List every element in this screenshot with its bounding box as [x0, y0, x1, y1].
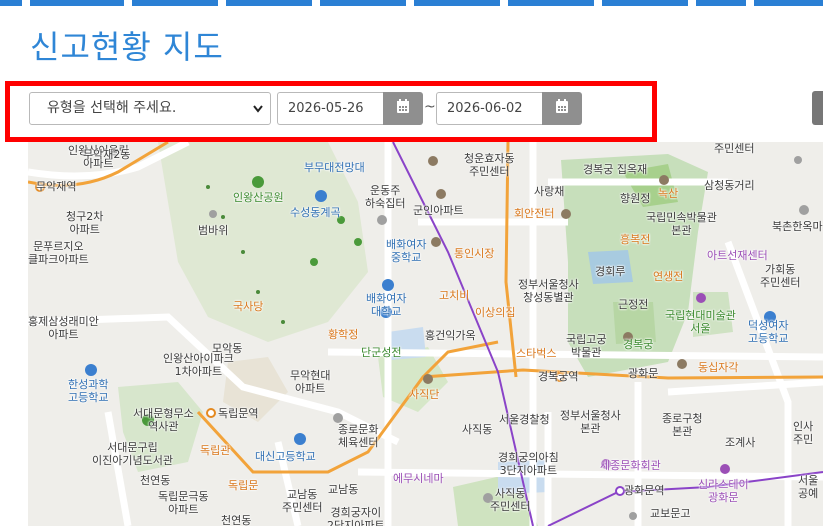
map-label[interactable]: 대신고등학교	[255, 450, 316, 463]
map-label[interactable]: 향원정	[620, 192, 650, 205]
map-label[interactable]: 홍제삼성래미안 아파트	[28, 315, 99, 341]
map-label[interactable]: 경복궁	[623, 338, 653, 351]
map-label[interactable]: 삼청동거리	[704, 179, 755, 192]
map-label[interactable]: 조계사	[725, 436, 755, 449]
report-type-select[interactable]: 유형을 선택해 주세요.	[29, 92, 271, 125]
map-label[interactable]: 인왕산아이파크 1차아파트	[163, 352, 234, 378]
map-label[interactable]: 서대문형무소 역사관	[133, 407, 194, 433]
date-range-separator: ~	[424, 99, 436, 115]
map-label[interactable]: 경희궁의아침 3단지아파트	[498, 451, 559, 477]
map-label[interactable]: 회안전터	[514, 207, 554, 220]
map-label[interactable]: 한성과학 고등학교	[68, 378, 108, 404]
report-type-select-value: 유형을 선택해 주세요.	[47, 100, 177, 116]
map-label[interactable]: 청운효자동 주민센터	[464, 152, 515, 178]
map-label[interactable]: 고치비	[439, 289, 469, 302]
map-label[interactable]: 청구2차 아파트	[66, 210, 103, 236]
map-label[interactable]: 북촌한옥마	[772, 220, 823, 233]
map-label[interactable]: 사직동 주민센터	[490, 487, 530, 513]
map-label[interactable]: 교보문고	[650, 507, 690, 520]
calendar-icon	[396, 99, 410, 118]
map-label[interactable]: 모악동	[212, 342, 242, 355]
map-label[interactable]: 무악재역	[36, 180, 76, 193]
map-label[interactable]: 군인아파트	[413, 204, 464, 217]
map-label[interactable]: 근정전	[618, 298, 648, 311]
map-label[interactable]: 정부서울청사 본관	[560, 409, 621, 435]
map-label[interactable]: 독립문역	[218, 407, 258, 420]
map-label[interactable]: 부무대전망대	[304, 161, 365, 174]
map-label[interactable]: 인사 주민	[793, 420, 813, 446]
map-label[interactable]: 아트선재센터	[707, 249, 768, 262]
map-label[interactable]: 사랑채	[534, 185, 564, 198]
report-map[interactable]: 인왕산어울림 아파트 무악재역 청구2차 아파트 문푸르지오 클파크아파트 홍제삼성래미안 아파…	[28, 142, 823, 526]
chevron-down-icon	[252, 93, 264, 136]
map-label[interactable]: 경복궁 집옥재	[583, 163, 647, 176]
map-label[interactable]: 스타벅스	[516, 347, 556, 360]
map-label[interactable]: 독립관	[200, 444, 230, 457]
map-label[interactable]: 독립문극동 아파트	[158, 490, 209, 516]
page: 신고현황 지도 유형을 선택해 주세요. 2026-05-26 ~ 2026-0…	[0, 0, 823, 526]
map-label[interactable]: 무악현대 아파트	[290, 369, 330, 395]
map-label[interactable]: 통인시장	[454, 247, 494, 260]
map-label[interactable]: 사직단	[409, 388, 439, 401]
map-label[interactable]: 천연동	[140, 474, 170, 487]
map-label[interactable]: 사직동	[462, 423, 492, 436]
map-label[interactable]: 독립문	[228, 479, 258, 492]
map-label[interactable]: 가회동 주민센터	[760, 263, 800, 289]
map-label[interactable]: 정부서울청사 창성동별관	[518, 278, 579, 304]
map-label[interactable]: 광화문역	[624, 484, 664, 497]
map-label[interactable]: 홍건익가옥	[425, 329, 476, 342]
page-title: 신고현황 지도	[30, 28, 224, 66]
calendar-icon	[555, 99, 569, 118]
map-label[interactable]: 경회루	[595, 265, 625, 278]
map-label[interactable]: 수성동계곡	[290, 206, 341, 219]
map-label[interactable]: 교남동	[328, 483, 358, 496]
map-label[interactable]: 경복궁역	[538, 370, 578, 383]
map-label[interactable]: 교남동 주민센터	[282, 488, 322, 514]
map-label[interactable]: 국립고궁 박물관	[566, 333, 606, 359]
top-nav-strip	[0, 0, 823, 6]
start-date-group: 2026-05-26	[277, 92, 423, 125]
end-date-group: 2026-06-02	[436, 92, 582, 125]
map-label[interactable]: 주민센터	[714, 142, 754, 155]
end-date-calendar-button[interactable]	[542, 92, 582, 125]
map-label[interactable]: 국사당	[233, 300, 263, 313]
map-label[interactable]: 이상의집	[475, 306, 515, 319]
map-label[interactable]: 문푸르지오 클파크아파트	[28, 240, 89, 266]
map-label[interactable]: 세종문화회관	[600, 459, 661, 472]
map-label[interactable]: 국립현대미술관 서울	[665, 309, 736, 335]
map-label[interactable]: 운동주 하숙집터	[365, 184, 405, 210]
map-label[interactable]: 황학정	[328, 328, 358, 341]
map-label[interactable]: 신라스테이 광화문	[698, 478, 749, 504]
map-label[interactable]: 무악재2동	[83, 148, 130, 161]
map-label[interactable]: 동십자각	[698, 361, 738, 374]
search-button[interactable]	[812, 91, 823, 125]
map-label[interactable]: 인왕산공원	[233, 191, 284, 204]
map-label[interactable]: 종로구청 본관	[662, 412, 702, 438]
start-date-input[interactable]: 2026-05-26	[277, 92, 383, 125]
map-label[interactable]: 천연동	[221, 514, 251, 526]
map-label[interactable]: 경희궁자이 2단지아파트	[327, 506, 385, 526]
map-label[interactable]: 종로문화 체육센터	[338, 423, 378, 449]
end-date-input[interactable]: 2026-06-02	[436, 92, 542, 125]
start-date-calendar-button[interactable]	[383, 92, 423, 125]
map-label[interactable]: 범바위	[198, 224, 228, 237]
map-label[interactable]: 서울경찰청	[499, 413, 550, 426]
map-label[interactable]: 광화문	[628, 367, 658, 380]
map-label[interactable]: 연생전	[653, 270, 683, 283]
map-label[interactable]: 에무시네마	[393, 472, 444, 485]
map-label[interactable]: 서울 공예	[798, 474, 818, 500]
map-label[interactable]: 녹산	[658, 187, 678, 200]
map-label[interactable]: 국립민속박물관 본관	[646, 211, 717, 237]
map-label[interactable]: 덕성여자 고등학교	[748, 319, 788, 345]
map-label[interactable]: 단군성전	[361, 346, 401, 359]
map-label[interactable]: 서대문구립 이진아기념도서관	[92, 441, 173, 467]
map-label[interactable]: 배화여자 대학교	[366, 292, 406, 318]
map-label[interactable]: 배화여자 중학교	[386, 238, 426, 264]
